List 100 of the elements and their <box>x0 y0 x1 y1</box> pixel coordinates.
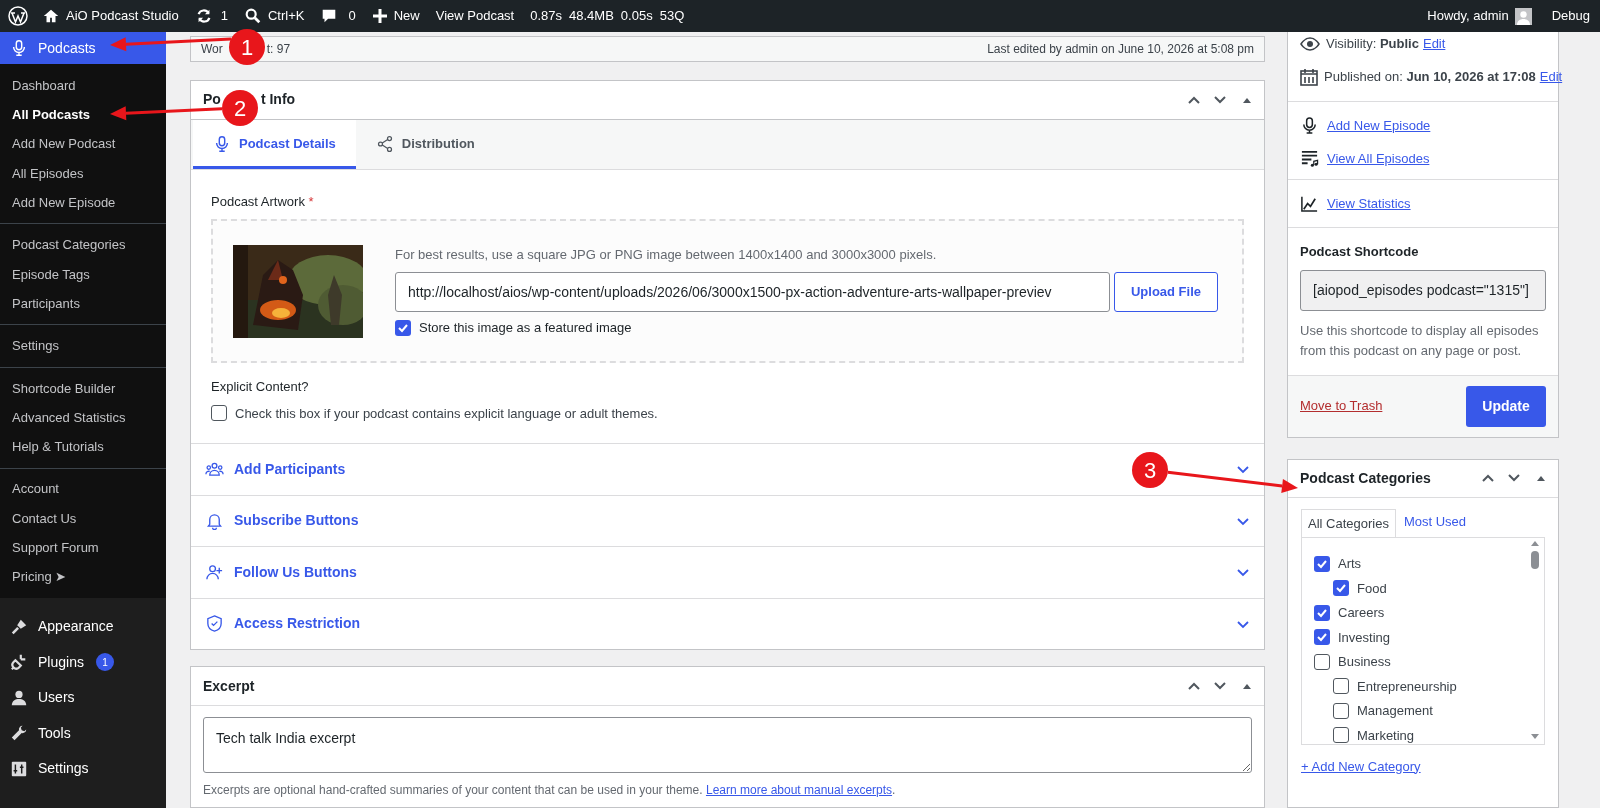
shield-icon <box>205 614 224 634</box>
tab[interactable]: All Categories <box>1301 508 1396 538</box>
checkbox[interactable] <box>211 405 227 422</box>
settings-icon <box>10 759 28 778</box>
checkbox[interactable] <box>1314 629 1330 646</box>
submenu-item[interactable]: All Episodes <box>0 158 166 189</box>
count-badge: 1 <box>95 653 114 671</box>
sidebar-menu-item[interactable]: Podcasts <box>0 32 166 64</box>
submenu-item[interactable]: Participants <box>0 289 166 319</box>
link[interactable]: View Statistics <box>1327 193 1411 213</box>
checkbox-label: Check this box if your podcast contains explicit language or adult themes. <box>235 404 658 423</box>
sidebar-menu-item[interactable]: Tools <box>0 715 166 751</box>
checkbox[interactable] <box>1314 653 1330 670</box>
field-label: Explicit Content? <box>211 378 310 396</box>
link[interactable]: View All Episodes <box>1327 149 1430 169</box>
field-label: Podcast Artwork * <box>211 192 315 211</box>
meta-text: Published on: Jun 10, 2026 at 17:08 <box>1324 68 1536 86</box>
submenu-item[interactable]: Add New Podcast <box>0 129 166 159</box>
sidebar-menu-item[interactable]: Plugins 1 <box>0 644 166 680</box>
tab[interactable]: Podcast Details <box>193 119 356 169</box>
wrench-icon <box>10 724 28 742</box>
user-icon <box>10 688 28 707</box>
help-text: Excerpts are optional hand-crafted summaries of your content that can be used in your theme. Learn more about manual excerpts. <box>203 782 897 799</box>
submenu-item[interactable]: Settings <box>0 331 166 361</box>
checkbox[interactable] <box>1333 580 1349 597</box>
admin-bar-item[interactable]: AiO Podcast Studio <box>42 6 179 26</box>
trash-link[interactable]: Move to Trash <box>1300 396 1383 416</box>
admin-bar-item[interactable]: Ctrl+K <box>243 6 305 26</box>
calendar-icon <box>1300 67 1318 86</box>
shortcode-field[interactable]: [aiopod_episodes podcast="1315"] <box>1300 269 1546 311</box>
accordion-section[interactable]: Subscribe Buttons <box>191 494 1264 546</box>
category-label: Careers <box>1338 604 1385 622</box>
admin-bar-item[interactable]: View Podcast <box>435 6 515 26</box>
wordpress-logo-icon <box>8 6 28 26</box>
account-menu[interactable]: Howdy, admin <box>1427 6 1532 26</box>
edit-link[interactable]: Edit <box>1422 34 1446 54</box>
tab[interactable]: Distribution <box>355 119 495 169</box>
debug-stat: 0.05s <box>620 7 653 26</box>
word-count: Wor <box>201 40 223 58</box>
upload-button[interactable]: Upload File <box>1113 272 1218 312</box>
checkbox[interactable] <box>1333 678 1349 695</box>
tab[interactable]: Most Used <box>1395 507 1475 537</box>
debug-stat: 0.87s <box>530 7 563 26</box>
home-icon <box>42 7 60 25</box>
submenu-item[interactable]: Account <box>0 474 166 504</box>
url-field[interactable]: http://localhost/aios/wp-content/uploads/2026/06/3000x1500-px-action-adventure-arts-wallpaper-previev <box>395 272 1110 312</box>
submenu-item[interactable]: Episode Tags <box>0 259 166 290</box>
checkbox[interactable] <box>1314 604 1330 621</box>
sidebar-menu-item[interactable]: Appearance <box>0 608 166 645</box>
edit-link[interactable]: Edit <box>1539 67 1563 87</box>
debug-menu[interactable]: Debug <box>1551 6 1590 26</box>
admin-bar-item[interactable]: 1 <box>194 6 228 26</box>
category-label: Investing <box>1338 628 1391 647</box>
submenu-item[interactable]: Pricing ➤ <box>0 562 166 592</box>
eye-icon <box>1300 34 1320 54</box>
plus-icon <box>371 8 388 24</box>
last-edited-text: Last edited by admin on June 10, 2026 at 5:08 pm <box>987 40 1254 58</box>
brush-icon <box>10 617 28 636</box>
submenu-item[interactable]: Help & Tutorials <box>0 432 166 462</box>
admin-bar-item[interactable]: New <box>371 6 420 26</box>
update-button[interactable]: Update <box>1466 385 1546 427</box>
field-label: Podcast Shortcode <box>1300 243 1420 261</box>
microphone-icon <box>1300 115 1319 135</box>
submenu-item[interactable]: Podcast Categories <box>0 230 166 260</box>
submenu-item[interactable]: Contact Us <box>0 503 166 534</box>
microphone-icon <box>213 135 231 153</box>
submenu-item[interactable]: Add New Episode <box>0 188 166 218</box>
submenu-item[interactable]: All Podcasts <box>0 100 166 130</box>
submenu-item[interactable]: Shortcode Builder <box>0 373 166 403</box>
submenu-item[interactable]: Support Forum <box>0 533 166 563</box>
checkbox[interactable] <box>1314 555 1330 572</box>
search-icon <box>243 7 262 25</box>
checkbox[interactable] <box>1333 727 1349 744</box>
excerpt-field[interactable]: Tech talk India excerpt <box>203 717 1252 773</box>
share-icon <box>375 135 394 153</box>
checkbox[interactable] <box>395 319 411 336</box>
submenu-item[interactable]: Dashboard <box>0 71 166 101</box>
required-mark: * <box>308 193 314 209</box>
word-count: t: 97 <box>266 40 291 58</box>
admin-bar-item[interactable]: 0 <box>320 6 356 26</box>
hint-text: For best results, use a square JPG or PNG image between 1400x1400 and 3000x3000 pixels. <box>395 245 938 264</box>
category-label: Arts <box>1338 555 1362 573</box>
category-label: Marketing <box>1357 726 1415 744</box>
debug-stat: 48.4MB <box>569 7 614 26</box>
checkbox[interactable] <box>1333 702 1349 719</box>
category-label: Entrepreneurship <box>1357 677 1457 696</box>
plug-icon <box>10 653 28 671</box>
add-category-link[interactable]: + Add New Category <box>1301 756 1545 776</box>
panel-title: Podcast Categories <box>1300 468 1431 488</box>
sidebar-menu-item[interactable]: Users <box>0 679 166 716</box>
avatar-icon <box>1514 7 1532 25</box>
link[interactable]: Add New Episode <box>1327 115 1431 135</box>
category-label: Business <box>1338 653 1391 671</box>
help-text: Use this shortcode to display all episodes from this podcast on any page or post. <box>1300 321 1540 360</box>
submenu-item[interactable]: Advanced Statistics <box>0 402 166 433</box>
user-plus-icon <box>205 562 224 582</box>
accordion-section[interactable]: Access Restriction <box>191 597 1264 649</box>
meta-text: Visibility: Public <box>1326 35 1419 54</box>
sidebar-menu-item[interactable]: Settings <box>0 750 166 787</box>
accordion-section[interactable]: Follow Us Buttons <box>191 546 1264 598</box>
